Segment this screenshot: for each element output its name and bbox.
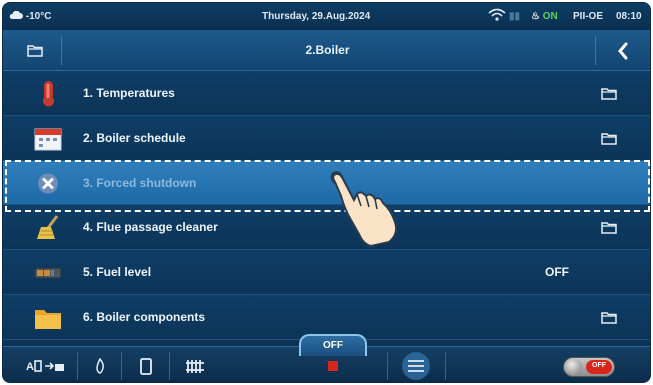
power-toggle[interactable]: OFF — [563, 357, 615, 377]
menu-item-fuel-level[interactable]: 5. Fuel level OFF — [3, 250, 650, 295]
calendar-icon — [34, 128, 62, 151]
folder-icon — [601, 222, 617, 235]
boiler-icon — [140, 357, 152, 375]
menu-item-temperatures[interactable]: 1. Temperatures — [3, 71, 650, 116]
flame-button[interactable] — [85, 347, 115, 382]
toolbar-divider — [77, 352, 78, 380]
thermometer-icon — [43, 81, 54, 107]
back-button[interactable] — [601, 30, 645, 71]
toggle-knob — [565, 359, 582, 375]
radiator-button[interactable] — [177, 347, 213, 382]
menu-item-label: 1. Temperatures — [83, 86, 175, 100]
header-divider — [595, 36, 596, 65]
menu-item-label: 6. Boiler components — [83, 309, 206, 324]
date-text: Thursday, 29.Aug.2024 — [262, 11, 371, 22]
device-name: PII-OE — [573, 11, 604, 22]
tap-hand-icon — [330, 171, 398, 248]
clock: 08:10 — [616, 11, 642, 22]
page-header: 2.Boiler — [3, 30, 650, 71]
page-title: 2.Boiler — [305, 43, 350, 57]
signal-icon: ▮▮ — [509, 11, 521, 22]
menu-item-label: 3. Forced shutdown — [83, 175, 197, 190]
auto-mode-icon: A — [26, 360, 64, 373]
toolbar-divider — [121, 352, 122, 380]
shutdown-x-icon — [38, 173, 58, 194]
folder-icon — [601, 312, 617, 324]
pellet-status: ♨ ON — [531, 11, 558, 22]
chevron-left-icon — [618, 42, 628, 59]
toolbar-divider — [387, 352, 388, 380]
wifi-icon — [488, 8, 506, 25]
menu-item-label: 5. Fuel level — [83, 265, 152, 280]
weather-temperature: -10°C — [9, 10, 52, 22]
folder-icon — [601, 133, 617, 145]
menu-item-boiler-schedule[interactable]: 2. Boiler schedule — [3, 115, 650, 161]
broom-icon — [37, 215, 59, 240]
flame-outline-icon — [96, 358, 104, 374]
fuel-level-value: OFF — [545, 265, 569, 280]
auto-mode-button[interactable]: A — [21, 347, 71, 382]
fuel-level-icon — [34, 267, 62, 279]
menu-item-label: 2. Boiler schedule — [83, 130, 186, 145]
device-screen: -10°C Thursday, 29.Aug.2024 ▮▮ ♨ ON PII-… — [2, 2, 651, 383]
menu-lines-icon — [402, 352, 430, 380]
toolbar-divider — [445, 352, 446, 380]
cloud-icon — [9, 10, 23, 19]
on-badge: ON — [542, 11, 558, 22]
boiler-button[interactable] — [129, 347, 163, 382]
radiator-icon — [186, 359, 204, 373]
status-bar: -10°C Thursday, 29.Aug.2024 ▮▮ ♨ ON PII-… — [3, 3, 650, 30]
toolbar-divider — [169, 352, 170, 380]
folder-icon — [35, 309, 61, 329]
menu-item-label: 4. Flue passage cleaner — [83, 220, 218, 235]
stop-icon — [328, 361, 338, 371]
menu-button[interactable] — [393, 347, 439, 382]
outdoor-temperature: -10°C — [25, 11, 52, 22]
toggle-off-label: OFF — [586, 360, 612, 374]
flame-icon: ♨ — [531, 11, 540, 22]
mode-status-tab[interactable]: OFF — [299, 334, 367, 356]
svg-text:A: A — [26, 361, 34, 373]
folder-icon — [601, 88, 617, 100]
